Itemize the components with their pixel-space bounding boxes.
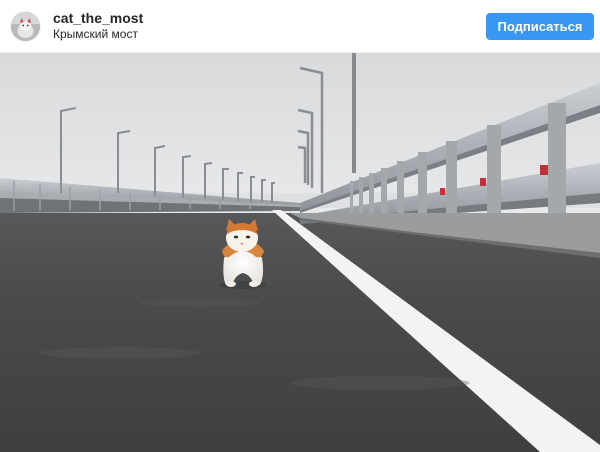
- location-link[interactable]: Крымский мост: [53, 28, 143, 40]
- post-photo[interactable]: [0, 53, 600, 452]
- post-header: cat_the_most Крымский мост Подписаться: [0, 0, 600, 53]
- avatar[interactable]: [11, 12, 40, 41]
- follow-button[interactable]: Подписаться: [486, 13, 594, 40]
- cat-avatar-icon: [11, 12, 40, 41]
- user-block: cat_the_most Крымский мост: [53, 11, 143, 40]
- username-link[interactable]: cat_the_most: [53, 11, 143, 25]
- bridge-cat-photo: [0, 53, 600, 452]
